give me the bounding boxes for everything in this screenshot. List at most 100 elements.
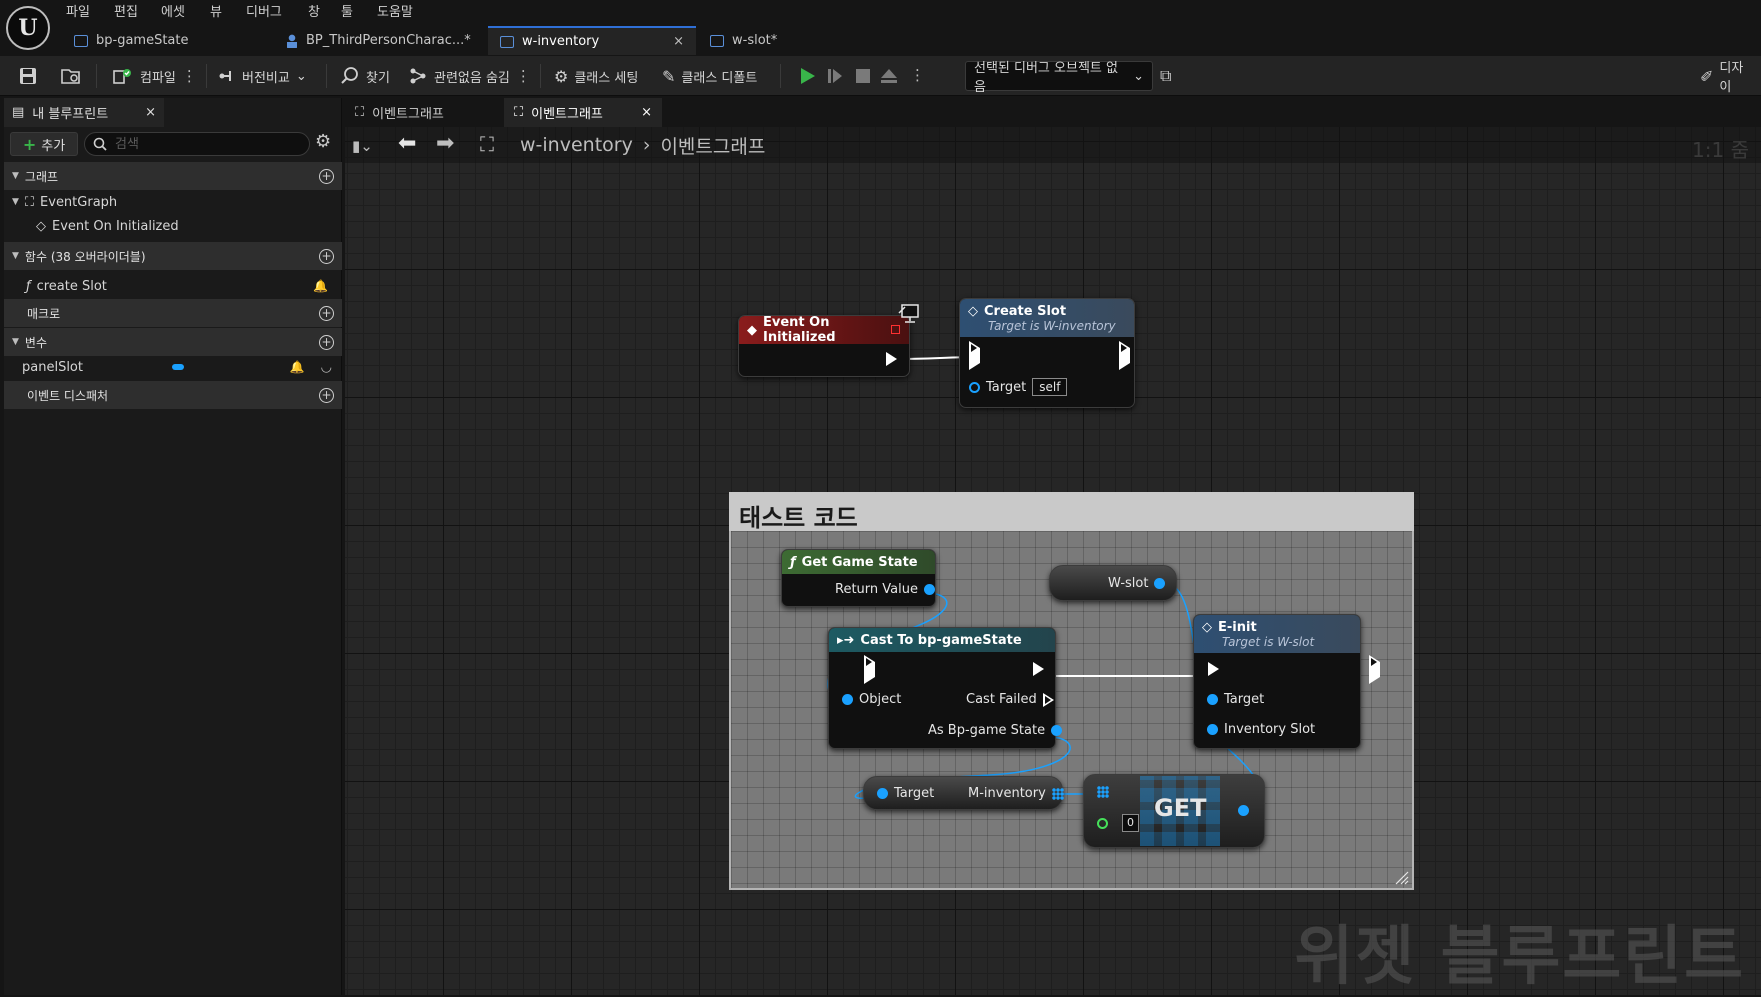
object-pin[interactable] [1051,725,1063,736]
visibility-eye-icon[interactable]: ◡ [321,360,332,375]
object-pin[interactable] [1207,694,1218,705]
debug-filter-icon[interactable]: ⧉ [1160,66,1171,86]
search-box[interactable] [84,132,310,156]
more-options-icon[interactable]: ⋮ [910,66,925,84]
tree-item-event-on-initialized[interactable]: ◇ Event On Initialized [4,214,342,238]
array-pin-icon[interactable] [1097,786,1109,798]
gear-icon[interactable]: ⚙ [315,131,331,152]
object-pin[interactable] [842,694,853,705]
menu-window[interactable]: 창 [308,3,320,23]
menu-edit[interactable]: 편집 [114,3,138,23]
object-pin[interactable] [877,788,888,799]
pin-object[interactable]: Object [842,692,901,707]
exec-out-pin[interactable] [1042,692,1054,707]
menu-asset[interactable]: 에셋 [161,3,185,23]
exec-in-pin[interactable] [969,341,980,370]
doc-tab-bp-gamestate[interactable]: bp-gameState [62,26,272,55]
pin-w-slot[interactable]: W-slot [1108,576,1166,591]
more-options-icon[interactable]: ⋮ [182,67,197,85]
forward-arrow-icon[interactable]: ➡ [436,131,454,156]
pin-target[interactable]: Target [877,786,934,801]
resize-handle-icon[interactable] [1394,870,1410,886]
bookmark-icon[interactable]: ▮⌄ [352,137,373,155]
graph-tab-1[interactable]: ⛶ 이벤트그래프 [345,98,501,127]
object-pin[interactable] [1207,724,1218,735]
self-value[interactable]: self [1032,378,1068,396]
add-variable-icon[interactable]: + [319,334,334,350]
step-icon[interactable] [826,67,844,85]
find-button[interactable]: 찾기 [334,62,396,90]
add-macro-icon[interactable]: + [319,305,334,321]
close-icon[interactable]: × [673,34,684,49]
array-pin-icon[interactable] [1051,787,1064,800]
search-input[interactable] [113,135,293,153]
pin-return-value[interactable]: Return Value [835,582,935,597]
graph-tab-2[interactable]: ⛶ 이벤트그래프 × [504,98,662,127]
node-get-game-state[interactable]: ƒ Get Game State [781,549,936,607]
section-variables[interactable]: ▼ 변수 + [4,328,342,356]
index-value[interactable]: 0 [1122,814,1139,832]
pin-target[interactable]: Target [1207,692,1264,707]
exec-out-pin[interactable] [886,352,897,366]
designer-button[interactable]: ✐ 디자이 [1694,61,1761,95]
menu-debug[interactable]: 디버그 [246,3,282,23]
object-pin[interactable] [1238,805,1249,816]
menu-help[interactable]: 도움말 [377,3,413,23]
menu-tools[interactable]: 툴 [341,3,353,23]
eject-icon[interactable] [880,67,898,85]
exec-out-pin[interactable] [1369,655,1380,684]
debug-object-select[interactable]: 선택된 디버그 오브젝트 없음 ⌄ [965,61,1153,95]
object-pin[interactable] [969,381,980,393]
pin-m-inventory[interactable]: M-inventory [968,786,1064,801]
add-graph-icon[interactable]: + [319,168,334,184]
back-arrow-icon[interactable]: ⬅ [398,131,416,156]
unreal-logo-icon[interactable]: U [6,6,50,50]
my-blueprint-tab[interactable]: ▤ 내 블루프린트 × [4,98,164,127]
section-macros[interactable]: 매크로 + [4,299,342,327]
exec-out-pin[interactable] [1119,341,1130,370]
menu-file[interactable]: 파일 [66,3,90,23]
tree-item-create-slot[interactable]: ƒ create Slot 🔔 [4,274,342,298]
int-pin[interactable] [1097,818,1108,829]
class-defaults-button[interactable]: ✎ 클래스 디폴트 [656,62,763,90]
pin-cast-failed[interactable]: Cast Failed [966,692,1054,707]
section-functions[interactable]: ▼ 함수 (38 오버라이더블) + [4,242,342,270]
exec-in-pin[interactable] [1208,662,1219,676]
play-icon[interactable] [798,67,816,85]
add-function-icon[interactable]: + [319,248,334,264]
tree-item-panel-slot[interactable]: panelSlot 🔔 ◡ [4,355,342,379]
stop-icon[interactable] [854,67,872,85]
section-graphs[interactable]: ▼ 그래프 + [4,162,342,190]
comment-title[interactable]: 태스트 코드 [729,492,1414,532]
close-icon[interactable]: × [641,105,652,120]
exec-out-pin[interactable] [1033,662,1044,676]
breadcrumb-leaf[interactable]: 이벤트그래프 [660,132,765,159]
object-pin[interactable] [1154,578,1166,589]
add-button[interactable]: + 추가 [10,132,78,156]
more-options-icon[interactable]: ⋮ [516,67,531,85]
doc-tab-bp-thirdperson[interactable]: BP_ThirdPersonCharac...* [274,26,486,55]
browse-button[interactable] [54,62,88,90]
save-button[interactable] [12,62,44,90]
pin-target[interactable]: Target self [969,378,1068,396]
zoom-label: 1:1 줌 [1692,138,1749,162]
pin-inventory-slot[interactable]: Inventory Slot [1207,722,1315,737]
compile-button[interactable]: 컴파일 ⋮ [106,62,202,90]
node-event-on-initialized[interactable]: ◆ Event On Initialized [738,315,910,377]
doc-tab-w-inventory[interactable]: w-inventory × [488,26,696,55]
menu-view[interactable]: 뷰 [210,3,222,23]
bell-icon[interactable]: 🔔 [290,360,305,374]
breadcrumb-root[interactable]: w-inventory [520,134,633,156]
diff-button[interactable]: 버전비교 ⌄ [212,62,313,90]
doc-tab-w-slot[interactable]: w-slot* [698,26,808,55]
pin-as-bp-game-state[interactable]: As Bp-game State [928,723,1063,738]
section-event-dispatchers[interactable]: 이벤트 디스패처 + [4,381,342,409]
object-pin[interactable] [923,584,935,595]
exec-in-pin[interactable] [864,655,875,684]
close-icon[interactable]: × [145,105,156,120]
tree-item-eventgraph[interactable]: ▼ ⛶ EventGraph [4,190,342,214]
class-settings-button[interactable]: ⚙ 클래스 세팅 [548,62,644,90]
add-dispatcher-icon[interactable]: + [319,387,334,403]
bell-icon[interactable]: 🔔 [313,279,328,293]
hide-unrelated-button[interactable]: 관련없음 숨김 ⋮ [402,62,536,90]
